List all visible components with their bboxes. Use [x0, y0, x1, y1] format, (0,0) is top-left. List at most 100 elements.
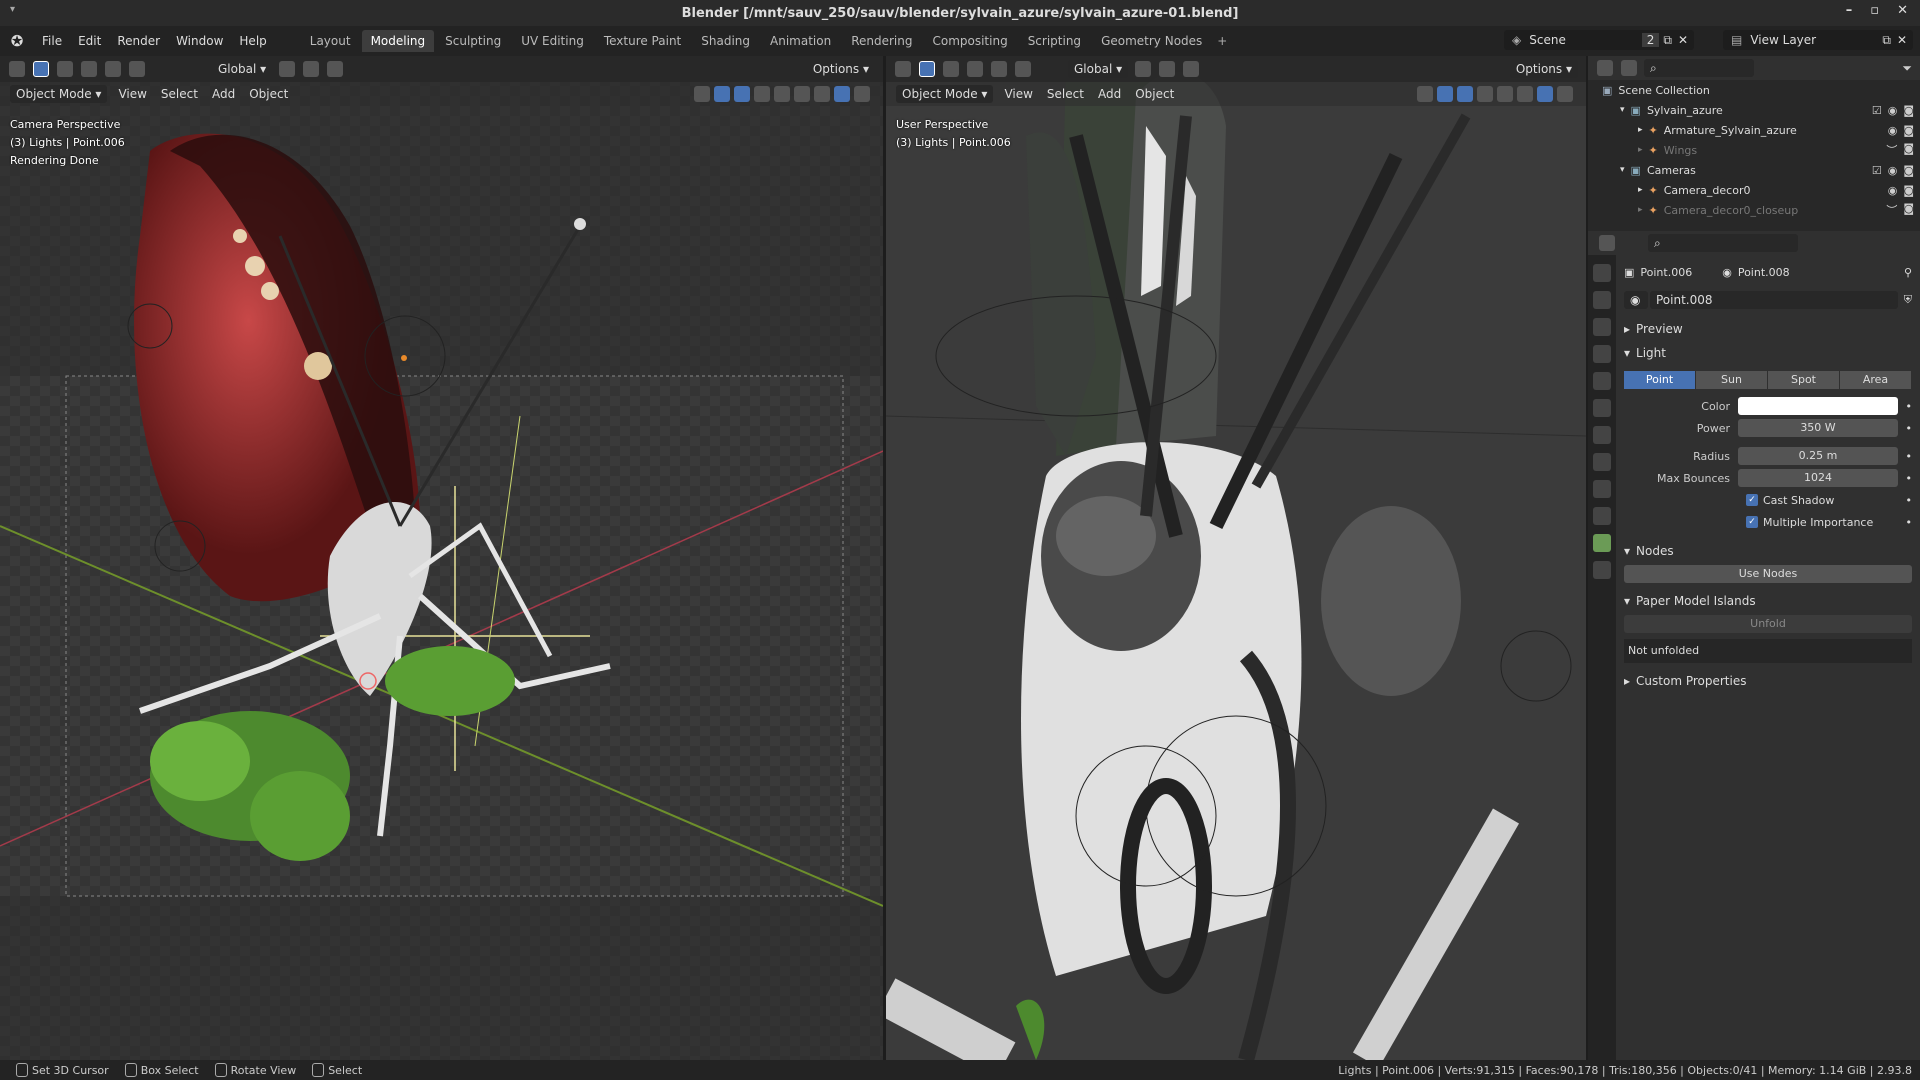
- output-tab-icon[interactable]: [1593, 318, 1611, 336]
- visibility-icon[interactable]: [1417, 86, 1433, 102]
- light-panel-header[interactable]: ▾ Light: [1624, 341, 1912, 365]
- expand-arrow-icon[interactable]: ▸: [1638, 125, 1643, 135]
- expand-arrow-icon[interactable]: ▸: [1638, 205, 1643, 215]
- editor-type-icon[interactable]: [1599, 235, 1615, 251]
- datablock-name-input[interactable]: Point.008: [1650, 291, 1898, 309]
- window-menu-icon[interactable]: ▾: [10, 4, 15, 15]
- view-layer-tab-icon[interactable]: [1593, 345, 1611, 363]
- rendered-shading-icon[interactable]: [834, 86, 850, 102]
- outliner-row[interactable]: ▾ ▣ Sylvain_azure ☑ ◉ ◙: [1588, 100, 1920, 120]
- world-tab-icon[interactable]: [1593, 399, 1611, 417]
- select-mode-new-icon[interactable]: [943, 61, 959, 77]
- viewport-left-scene[interactable]: [0, 56, 883, 1060]
- minimize-icon[interactable]: –: [1846, 3, 1853, 18]
- render-camera-icon[interactable]: ◙: [1903, 124, 1914, 137]
- editor-type-icon[interactable]: [895, 61, 911, 77]
- tab-uv-editing[interactable]: UV Editing: [512, 30, 593, 52]
- menu-view[interactable]: View: [997, 87, 1039, 101]
- constraints-tab-icon[interactable]: [1593, 507, 1611, 525]
- scene-selector[interactable]: ◈ Scene 2 ⧉ ✕: [1504, 30, 1694, 50]
- bounces-field[interactable]: 1024: [1738, 469, 1898, 487]
- light-type-point[interactable]: Point: [1624, 371, 1695, 389]
- options-dropdown[interactable]: Options ▾: [1509, 60, 1578, 78]
- material-shading-icon[interactable]: [1537, 86, 1553, 102]
- material-shading-icon[interactable]: [814, 86, 830, 102]
- outliner-row[interactable]: ▸ ✦ Camera_decor0 ◉ ◙: [1588, 180, 1920, 200]
- tab-texture-paint[interactable]: Texture Paint: [595, 30, 690, 52]
- select-mode-invert-icon[interactable]: [129, 61, 145, 77]
- select-mode-subtract-icon[interactable]: [105, 61, 121, 77]
- filter-icon[interactable]: ⏷: [1902, 61, 1912, 76]
- proportional-edit-icon[interactable]: [327, 61, 344, 77]
- snap-icon[interactable]: [1159, 61, 1176, 77]
- expand-arrow-icon[interactable]: ▸: [1638, 145, 1643, 155]
- render-camera-icon[interactable]: ◙: [1903, 202, 1914, 218]
- render-camera-icon[interactable]: ◙: [1903, 184, 1914, 197]
- solid-shading-icon[interactable]: [794, 86, 810, 102]
- color-swatch[interactable]: [1738, 397, 1898, 415]
- tab-layout[interactable]: Layout: [301, 30, 360, 52]
- transform-orientation-dropdown[interactable]: Global ▾: [212, 60, 273, 78]
- keyframe-dot-icon[interactable]: •: [1898, 494, 1913, 507]
- custom-properties-panel-header[interactable]: ▸ Custom Properties: [1624, 669, 1912, 693]
- delete-scene-icon[interactable]: ✕: [1678, 33, 1688, 47]
- keyframe-dot-icon[interactable]: •: [1898, 400, 1913, 413]
- multiple-importance-checkbox[interactable]: ✓: [1746, 516, 1758, 528]
- select-tool-icon[interactable]: [919, 61, 935, 77]
- delete-view-layer-icon[interactable]: ✕: [1897, 33, 1907, 47]
- radius-field[interactable]: 0.25 m: [1738, 447, 1898, 465]
- select-mode-subtract-icon[interactable]: [991, 61, 1007, 77]
- tab-rendering[interactable]: Rendering: [842, 30, 921, 52]
- nodes-panel-header[interactable]: ▾ Nodes: [1624, 539, 1912, 563]
- select-mode-invert-icon[interactable]: [1015, 61, 1031, 77]
- overlay-icon[interactable]: [1457, 86, 1473, 102]
- menu-view[interactable]: View: [111, 87, 153, 101]
- menu-select[interactable]: Select: [1040, 87, 1091, 101]
- tab-sculpting[interactable]: Sculpting: [436, 30, 510, 52]
- menu-add[interactable]: Add: [1091, 87, 1128, 101]
- eye-icon[interactable]: ◉: [1888, 104, 1898, 117]
- snap-icon[interactable]: [303, 61, 320, 77]
- transform-orientation-dropdown[interactable]: Global ▾: [1068, 60, 1129, 78]
- overlay-icon[interactable]: [734, 86, 750, 102]
- eye-icon[interactable]: ︶: [1886, 202, 1897, 218]
- outliner[interactable]: ⌕ ⏷ ▣ Scene Collection ▾ ▣ Sylvain_azure ☑ ◉…: [1588, 56, 1920, 231]
- pause-render-icon[interactable]: [854, 86, 870, 102]
- keyframe-dot-icon[interactable]: •: [1898, 472, 1913, 485]
- select-mode-extend-icon[interactable]: [967, 61, 983, 77]
- add-workspace-icon[interactable]: +: [1211, 30, 1233, 52]
- viewport-right[interactable]: Global ▾ Options ▾ Object Mode ▾ View Sel…: [886, 56, 1586, 1060]
- properties-editor[interactable]: ⌕ ▣ Point.006 ◉ Point.008 ⚲ ◉ Point.008 …: [1588, 231, 1920, 1060]
- expand-arrow-icon[interactable]: ▸: [1638, 185, 1643, 195]
- tab-geometry-nodes[interactable]: Geometry Nodes: [1092, 30, 1211, 52]
- paper-model-panel-header[interactable]: ▾ Paper Model Islands: [1624, 589, 1912, 613]
- menu-select[interactable]: Select: [154, 87, 205, 101]
- blender-logo-icon[interactable]: ✪: [0, 32, 34, 50]
- xray-icon[interactable]: [1477, 86, 1493, 102]
- light-type-area[interactable]: Area: [1840, 371, 1911, 389]
- menu-object[interactable]: Object: [1128, 87, 1181, 101]
- menu-edit[interactable]: Edit: [70, 34, 109, 48]
- tab-compositing[interactable]: Compositing: [923, 30, 1016, 52]
- object-tab-icon[interactable]: [1593, 453, 1611, 471]
- physics-tab-icon[interactable]: [1593, 480, 1611, 498]
- outliner-search-input[interactable]: ⌕: [1644, 59, 1754, 77]
- fake-user-icon[interactable]: ⛨: [1904, 293, 1912, 307]
- use-nodes-button[interactable]: Use Nodes: [1624, 565, 1912, 583]
- tab-shading[interactable]: Shading: [692, 30, 759, 52]
- maximize-icon[interactable]: ▫: [1870, 3, 1879, 18]
- gizmo-icon[interactable]: [1437, 86, 1453, 102]
- viewport-right-scene[interactable]: [886, 56, 1586, 1060]
- properties-search-input[interactable]: ⌕: [1648, 234, 1798, 252]
- rendered-shading-icon[interactable]: [1557, 86, 1573, 102]
- menu-add[interactable]: Add: [205, 87, 242, 101]
- eye-icon[interactable]: ◉: [1888, 124, 1898, 137]
- datablock-browse-icon[interactable]: ◉: [1624, 291, 1648, 309]
- texture-tab-icon[interactable]: [1593, 561, 1611, 579]
- scene-tab-icon[interactable]: [1593, 372, 1611, 390]
- menu-object[interactable]: Object: [242, 87, 295, 101]
- proportional-edit-icon[interactable]: [1183, 61, 1200, 77]
- outliner-row[interactable]: ▸ ✦ Armature_Sylvain_azure ◉ ◙: [1588, 120, 1920, 140]
- light-type-sun[interactable]: Sun: [1696, 371, 1767, 389]
- menu-file[interactable]: File: [34, 34, 70, 48]
